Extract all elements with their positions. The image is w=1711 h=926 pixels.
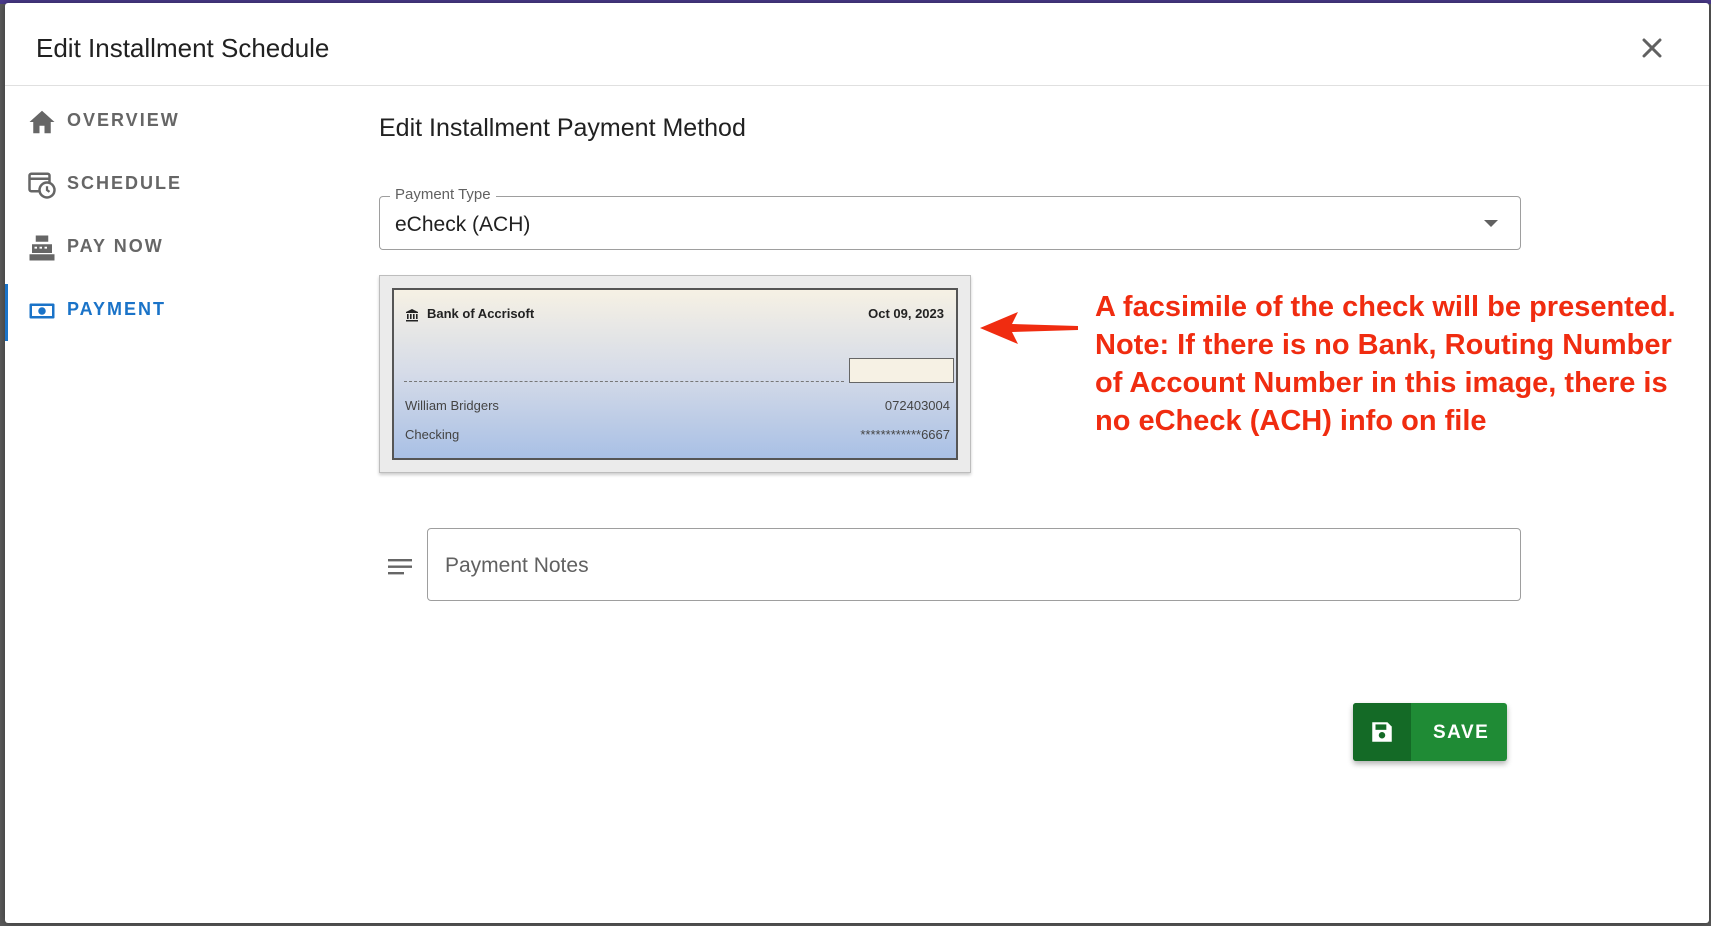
check-amount-box: [849, 358, 954, 383]
nav-item-overview[interactable]: OVERVIEW: [5, 93, 305, 156]
check-date: Oct 09, 2023: [868, 306, 944, 321]
annotation-line-2: Note: If there is no Bank, Routing Numbe…: [1095, 329, 1672, 437]
calendar-clock-icon: [28, 172, 56, 199]
payment-type-label: Payment Type: [390, 186, 496, 203]
annotation-text: A facsimile of the check will be present…: [1095, 288, 1695, 440]
close-button[interactable]: [1635, 31, 1669, 65]
section-title: Edit Installment Payment Method: [379, 114, 746, 142]
edit-installment-dialog: Edit Installment Schedule OVERVIEW SCHED…: [5, 3, 1709, 923]
check-routing-number: 072403004: [884, 398, 950, 413]
check-bank-name: Bank of Accrisoft: [427, 306, 535, 321]
check-account-number: ************6667: [860, 427, 950, 442]
bank-icon: [406, 309, 418, 322]
nav-item-schedule[interactable]: SCHEDULE: [5, 156, 305, 219]
save-icon-box: [1353, 703, 1411, 761]
close-icon: [1642, 38, 1662, 58]
nav-item-label: SCHEDULE: [67, 173, 183, 193]
check-account-holder: William Bridgers: [405, 398, 499, 413]
nav-item-label: PAY NOW: [67, 236, 164, 256]
payment-type-value: eCheck (ACH): [395, 213, 531, 236]
nav-item-pay-now[interactable]: PAY NOW: [5, 219, 305, 282]
nav-item-label: PAYMENT: [67, 299, 167, 319]
annotation-arrow-icon: [980, 312, 1078, 344]
notes-icon: [388, 559, 412, 575]
sidebar-nav: OVERVIEW SCHEDULE PAY NOW PAYMENT: [5, 93, 305, 345]
save-button[interactable]: SAVE: [1353, 703, 1507, 761]
check-signature-line: [404, 381, 844, 382]
payment-type-select[interactable]: Payment Type eCheck (ACH): [379, 186, 1521, 250]
save-button-label: SAVE: [1433, 722, 1490, 743]
home-icon: [29, 110, 55, 134]
payment-notes-input[interactable]: [443, 551, 1507, 581]
nav-item-label: OVERVIEW: [67, 110, 180, 130]
dialog-title: Edit Installment Schedule: [36, 33, 330, 63]
payment-notes-field[interactable]: [427, 528, 1521, 601]
annotation-line-1: A facsimile of the check will be present…: [1095, 291, 1676, 323]
caret-down-icon: [1484, 220, 1498, 227]
money-icon: [29, 303, 55, 319]
check-facsimile: Bank of Accrisoft Oct 09, 2023 William B…: [379, 275, 971, 473]
check-body: Bank of Accrisoft Oct 09, 2023 William B…: [392, 288, 958, 460]
cash-register-icon: [29, 235, 55, 261]
check-account-type: Checking: [405, 427, 460, 442]
nav-item-payment[interactable]: PAYMENT: [5, 282, 305, 345]
floppy-disk-icon: [1372, 722, 1392, 742]
dialog-header: Edit Installment Schedule: [5, 3, 1709, 86]
